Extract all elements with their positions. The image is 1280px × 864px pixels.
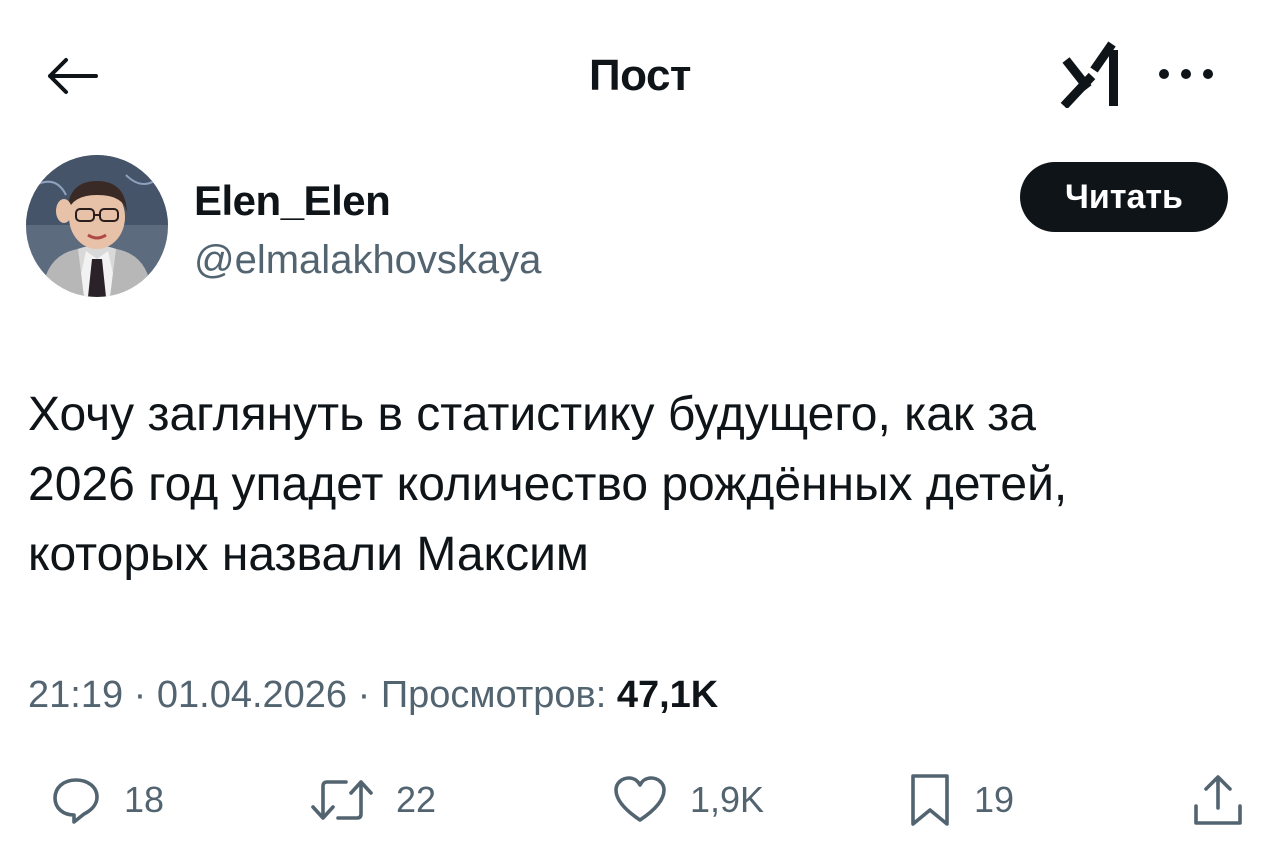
grok-logo-icon[interactable] [1058, 40, 1126, 108]
share-button[interactable] [1190, 770, 1246, 830]
like-count: 1,9K [690, 779, 765, 820]
post-date[interactable]: 01.04.2026 [157, 674, 347, 716]
meta-separator: · [123, 674, 157, 716]
more-horizontal-icon [1159, 69, 1213, 79]
heart-icon [614, 776, 666, 822]
repost-button[interactable]: 22 [310, 770, 436, 830]
reply-button[interactable]: 18 [50, 770, 164, 830]
more-button[interactable] [1150, 56, 1222, 92]
author-display-name[interactable]: Elen_Elen [194, 176, 391, 226]
reply-icon [53, 778, 99, 824]
author-handle[interactable]: @elmalakhovskaya [194, 236, 541, 284]
post-meta: 21:19 · 01.04.2026 · Просмотров: 47,1K [28, 670, 718, 720]
post-text: Хочу заглянуть в статистику будущего, ка… [28, 380, 1248, 590]
post-text-line: Хочу заглянуть в статистику будущего, ка… [28, 388, 1036, 441]
post-text-line: которых назвали Максим [28, 528, 589, 581]
avatar[interactable] [26, 155, 168, 297]
bookmark-count: 19 [974, 779, 1015, 820]
like-button[interactable]: 1,9K [612, 770, 764, 830]
meta-separator: · [347, 674, 381, 716]
share-icon [1194, 775, 1242, 825]
repost-count: 22 [396, 779, 437, 820]
repost-icon [311, 780, 373, 820]
post-text-line: 2026 год упадет количество рождённых дет… [28, 458, 1068, 511]
post-time[interactable]: 21:19 [28, 674, 123, 716]
views-label: Просмотров: [380, 674, 607, 716]
reply-count: 18 [124, 779, 165, 820]
views-count: 47,1K [616, 674, 719, 716]
bookmark-icon [911, 774, 949, 826]
bookmark-button[interactable]: 19 [908, 770, 1014, 830]
follow-button[interactable]: Читать [1020, 162, 1228, 232]
